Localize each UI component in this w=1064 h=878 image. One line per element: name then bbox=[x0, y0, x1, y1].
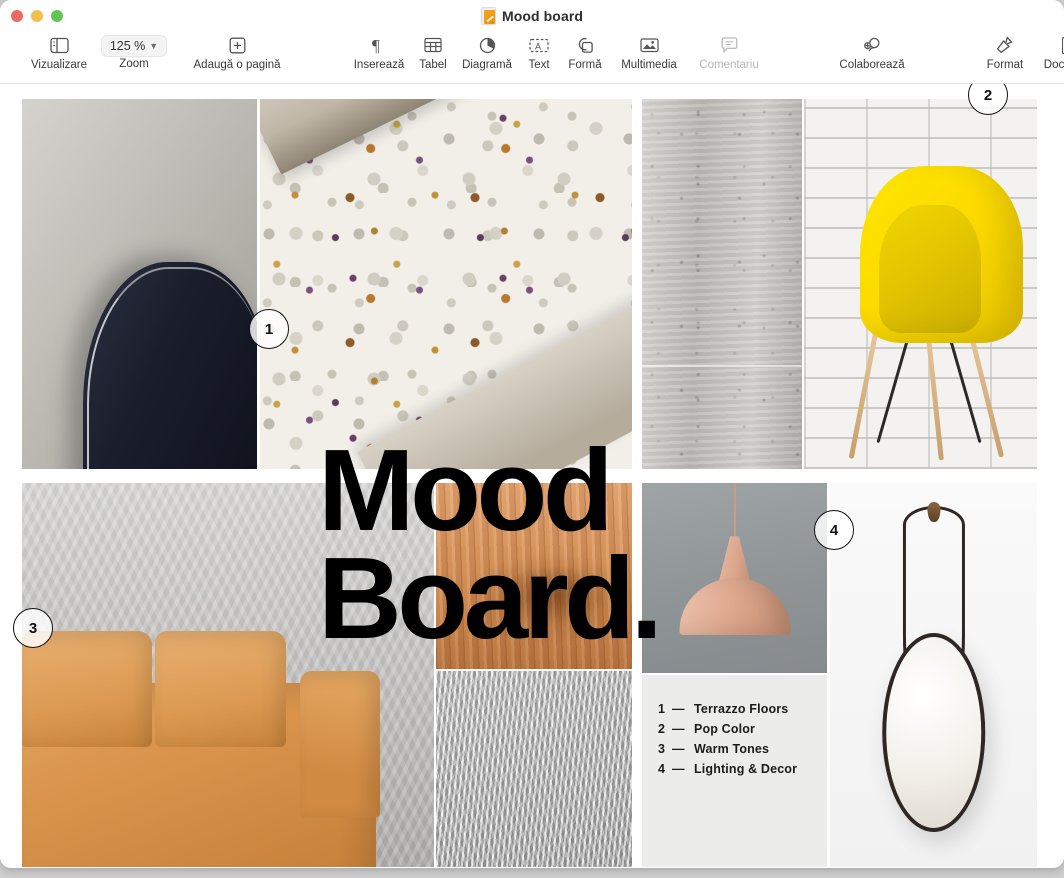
document-canvas[interactable]: 1 — Terrazzo Floors 2 — Pop Color 3 — Wa… bbox=[0, 84, 1064, 867]
pilcrow-icon: ¶ bbox=[372, 32, 386, 58]
chair-leg-back-right bbox=[967, 327, 1005, 459]
zoom-value: 125 % bbox=[109, 39, 146, 53]
toolbar-label-view: Vizualizare bbox=[30, 59, 88, 71]
yellow-chair-shell bbox=[859, 165, 1023, 344]
legend-item: 4 — Lighting & Decor bbox=[658, 759, 797, 779]
terrazzo-crack-upper bbox=[260, 99, 632, 175]
sofa-cushion-right bbox=[155, 630, 286, 747]
toolbar-item-insert[interactable]: ¶ Inserează bbox=[348, 30, 410, 71]
toolbar-label-document: Document bbox=[1043, 59, 1064, 71]
page-title[interactable]: Mood Board. bbox=[318, 432, 663, 656]
legend-number: 4 bbox=[658, 762, 666, 776]
toolbar-item-document[interactable]: Document bbox=[1034, 30, 1064, 71]
lamp-cord bbox=[733, 483, 736, 540]
shape-icon bbox=[576, 32, 594, 58]
legend-item: 2 — Pop Color bbox=[658, 719, 797, 739]
toolbar-item-add-page[interactable]: Adaugă o pagină bbox=[172, 30, 302, 71]
callout-badge-1[interactable]: 1 bbox=[249, 309, 289, 349]
legend-item: 1 — Terrazzo Floors bbox=[658, 699, 797, 719]
toolbar-item-format[interactable]: Format bbox=[976, 30, 1034, 71]
image-raw-concrete-wall[interactable] bbox=[642, 99, 802, 469]
legend-number: 1 bbox=[658, 702, 666, 716]
collaborate-icon bbox=[862, 32, 882, 58]
toolbar-label-add-page: Adaugă o pagină bbox=[193, 59, 281, 71]
sofa-cushion-left bbox=[22, 630, 152, 747]
legend-dash: — bbox=[672, 742, 685, 756]
callout-number: 2 bbox=[983, 86, 993, 104]
toolbar-item-text[interactable]: A Text bbox=[518, 30, 560, 71]
toolbar-item-media[interactable]: Multimedia bbox=[610, 30, 688, 71]
zoom-select[interactable]: 125 % ▼ bbox=[100, 35, 168, 57]
toolbar-label-chart: Diagramă bbox=[462, 59, 512, 71]
toolbar-label-table: Tabel bbox=[419, 59, 447, 71]
sidebar-icon bbox=[49, 32, 69, 58]
chair-leg-front-right bbox=[925, 328, 945, 462]
callout-number: 4 bbox=[829, 521, 839, 539]
toolbar-item-view[interactable]: Vizualizare bbox=[22, 30, 96, 71]
toolbar-label-format: Format bbox=[986, 59, 1024, 71]
title-bar: Mood board bbox=[0, 0, 1064, 30]
image-gray-faux-fur-throw[interactable] bbox=[436, 671, 632, 867]
toolbar-label-media: Multimedia bbox=[621, 59, 677, 71]
image-blush-pendant-lamp[interactable] bbox=[642, 483, 827, 673]
table-icon bbox=[424, 32, 442, 58]
legend-item: 3 — Warm Tones bbox=[658, 739, 797, 759]
callout-number: 1 bbox=[264, 320, 274, 338]
app-window: Mood board Vizualizare 125 % ▼ Zoom Adau… bbox=[0, 0, 1064, 868]
media-image-icon bbox=[639, 32, 659, 58]
toolbar-label-shape: Formă bbox=[568, 59, 602, 71]
legend-label: Pop Color bbox=[694, 722, 756, 736]
toolbar-label-insert: Inserează bbox=[353, 59, 405, 71]
legend-panel: 1 — Terrazzo Floors 2 — Pop Color 3 — Wa… bbox=[642, 675, 827, 867]
toolbar: Vizualizare 125 % ▼ Zoom Adaugă o pagină bbox=[0, 30, 1064, 84]
image-round-strap-mirror[interactable] bbox=[830, 483, 1037, 867]
dark-chair-shape bbox=[83, 261, 257, 469]
callout-badge-3[interactable]: 3 bbox=[13, 608, 53, 648]
legend-list: 1 — Terrazzo Floors 2 — Pop Color 3 — Wa… bbox=[658, 699, 797, 779]
legend-dash: — bbox=[672, 702, 685, 716]
add-page-icon bbox=[229, 32, 246, 58]
sofa-arm bbox=[300, 670, 380, 819]
chair-leg-front-left bbox=[848, 327, 879, 460]
sofa-base bbox=[22, 630, 380, 867]
legend-label: Lighting & Decor bbox=[694, 762, 798, 776]
callout-number: 3 bbox=[28, 619, 38, 637]
toolbar-label-collaborate: Colaborează bbox=[839, 59, 905, 71]
lamp-dome bbox=[679, 578, 790, 635]
image-dark-leather-chair-on-gray-wall[interactable] bbox=[22, 99, 257, 469]
toolbar-label-zoom: Zoom bbox=[119, 58, 149, 70]
format-brush-icon bbox=[996, 32, 1014, 58]
toolbar-item-collaborate[interactable]: Colaborează bbox=[826, 30, 918, 71]
window-title-group: Mood board bbox=[0, 7, 1064, 25]
chevron-down-icon: ▼ bbox=[149, 41, 159, 51]
toolbar-item-comment[interactable]: Comentariu bbox=[688, 30, 770, 71]
toolbar-item-table[interactable]: Tabel bbox=[410, 30, 456, 71]
image-yellow-eames-chair-on-white-brick[interactable] bbox=[804, 99, 1037, 469]
toolbar-item-zoom[interactable]: 125 % ▼ Zoom bbox=[96, 30, 172, 70]
pages-document-icon bbox=[480, 7, 496, 25]
image-terrazzo-slab-closeup[interactable] bbox=[260, 99, 632, 469]
legend-dash: — bbox=[672, 762, 685, 776]
mirror-hanger-knob bbox=[927, 502, 940, 523]
svg-text:¶: ¶ bbox=[372, 36, 380, 54]
toolbar-label-text: Text bbox=[528, 59, 550, 71]
svg-text:A: A bbox=[535, 41, 541, 51]
lamp-cone bbox=[718, 536, 751, 582]
legend-label: Terrazzo Floors bbox=[694, 702, 789, 716]
legend-number: 3 bbox=[658, 742, 666, 756]
headline-line-2: Board. bbox=[318, 533, 663, 664]
chair-wire-base-left bbox=[875, 335, 910, 443]
window-title: Mood board bbox=[501, 8, 584, 24]
callout-badge-4[interactable]: 4 bbox=[814, 510, 854, 550]
text-box-icon: A bbox=[529, 32, 549, 58]
toolbar-label-comment: Comentariu bbox=[699, 59, 759, 71]
chart-icon bbox=[479, 32, 496, 58]
comment-icon bbox=[721, 32, 738, 58]
mirror-glass bbox=[881, 632, 986, 833]
toolbar-item-shape[interactable]: Formă bbox=[560, 30, 610, 71]
toolbar-item-chart[interactable]: Diagramă bbox=[456, 30, 518, 71]
legend-number: 2 bbox=[658, 722, 666, 736]
legend-dash: — bbox=[672, 722, 685, 736]
legend-label: Warm Tones bbox=[694, 742, 770, 756]
